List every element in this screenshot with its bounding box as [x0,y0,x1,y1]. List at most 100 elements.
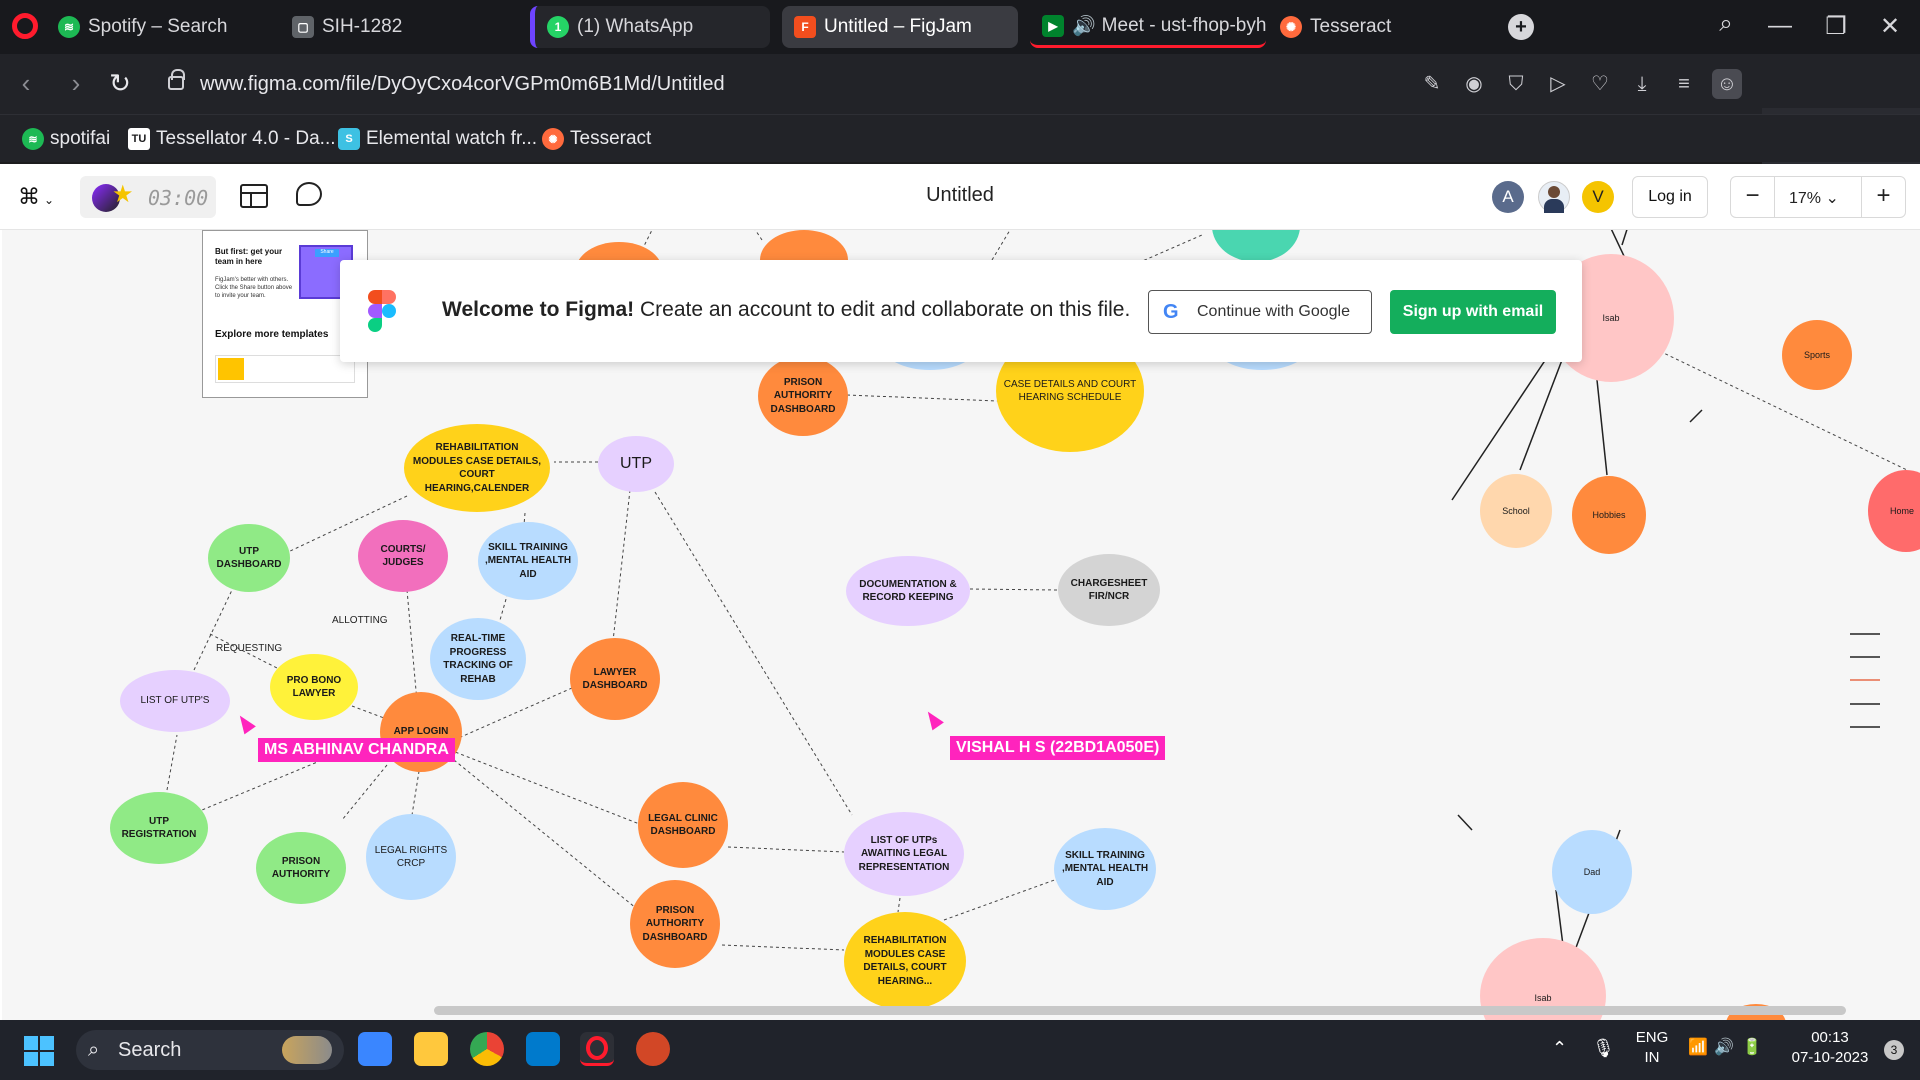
taskbar-search[interactable]: ⌕ Search [76,1030,344,1070]
shopify-icon: S [338,128,360,150]
figjam-canvas[interactable]: PRISON AUTHORITY DASHBOARD CASE DETAILS … [0,230,1920,1020]
explore-templates-link[interactable]: Explore more templates [215,329,328,340]
template-thumbnail[interactable] [215,355,355,383]
node-realtime-progress[interactable]: REAL-TIME PROGRESS TRACKING OF REHAB [430,618,526,700]
node-list-awaiting-representation[interactable]: LIST OF UTPs AWAITING LEGAL REPRESENTATI… [844,812,964,896]
node-hobbies[interactable]: Hobbies [1572,476,1646,554]
chevron-up-icon[interactable]: ⌃ [1552,1038,1567,1058]
horizontal-scrollbar[interactable] [434,1006,1846,1015]
opera-logo-icon[interactable] [12,13,38,39]
tab-figjam[interactable]: F Untitled – FigJam [782,6,1018,48]
download-icon[interactable]: ⤓ [1630,72,1654,96]
layout-panel-icon[interactable] [240,184,268,208]
notification-badge[interactable]: 3 [1884,1040,1904,1060]
close-window-button[interactable]: ✕ [1872,12,1908,42]
clock[interactable]: 00:13 07-10-2023 [1780,1028,1880,1068]
node-skill-training-bottom[interactable]: SKILL TRAINING ,MENTAL HEALTH AID [1054,828,1156,910]
wifi-icon[interactable]: 📶 [1688,1038,1708,1058]
node-school[interactable]: School [1480,474,1552,548]
minimize-button[interactable]: — [1762,12,1798,42]
bookmark-elemental[interactable]: S Elemental watch fr... [338,125,537,153]
tab-sih[interactable]: ▢ SIH-1282 [280,6,510,48]
node-prison-authority-dashboard-top[interactable]: PRISON AUTHORITY DASHBOARD [758,356,848,436]
tab-label: Untitled – FigJam [824,16,972,37]
node-prison-authority[interactable]: PRISON AUTHORITY [256,832,346,904]
microphone-icon[interactable]: 🎙 [1592,1038,1615,1058]
node-dad[interactable]: Dad [1552,830,1632,914]
node-legal-clinic-dashboard[interactable]: LEGAL CLINIC DASHBOARD [638,782,728,868]
file-explorer-icon[interactable] [414,1032,448,1066]
sign-up-email-button[interactable]: Sign up with email [1390,290,1556,334]
calculator-app-icon[interactable] [358,1032,392,1066]
opera-app-icon[interactable] [580,1032,614,1066]
template-card-title: But first: get your team in here [215,247,283,267]
figma-icon: F [794,16,816,38]
bookmark-tessellator[interactable]: TU Tessellator 4.0 - Da... [128,125,336,153]
tab-search-icon[interactable]: ⌕ [1708,10,1744,40]
snapshot-icon[interactable]: ◉ [1462,72,1486,96]
share-preview-label: Share [315,249,339,257]
timer-widget[interactable]: ★ 03:00 [80,176,216,218]
node-utp[interactable]: UTP [598,436,674,492]
vpn-shield-icon[interactable]: ⛉ [1504,72,1528,96]
forward-button[interactable]: › [60,68,92,100]
tab-whatsapp[interactable]: 1 (1) WhatsApp [530,6,770,48]
back-button[interactable]: ‹ [10,68,42,100]
node-utp-dashboard[interactable]: UTP DASHBOARD [208,524,290,592]
vscode-app-icon[interactable] [526,1032,560,1066]
tab-spotify[interactable]: ≋ Spotify – Search [46,6,276,48]
bookmark-spotifai[interactable]: ≋ spotifai [22,125,110,153]
node-pro-bono-lawyer[interactable]: PRO BONO LAWYER [270,654,358,720]
node-rehabilitation-top[interactable]: REHABILITATION MODULES CASE DETAILS, COU… [404,424,550,512]
zoom-out-button[interactable]: − [1731,177,1775,217]
language-indicator[interactable]: ENG IN [1632,1028,1672,1068]
whatsapp-icon: 1 [547,16,569,38]
node-sports[interactable]: Sports [1782,320,1852,390]
login-button[interactable]: Log in [1632,176,1708,218]
windows-start-icon[interactable] [24,1036,54,1066]
share-page-icon[interactable]: ✎ [1420,72,1444,96]
node-documentation[interactable]: DOCUMENTATION & RECORD KEEPING [846,556,970,626]
edge-label-requesting: REQUESTING [216,643,283,654]
google-meet-icon: ▶ [1042,14,1064,37]
zoom-in-button[interactable]: + [1861,177,1905,217]
node-list-of-utps[interactable]: LIST OF UTP'S [120,670,230,732]
chrome-app-icon[interactable] [470,1032,504,1066]
reload-button[interactable]: ↻ [104,68,136,100]
template-card-body: FigJam's better with others. Click the S… [215,277,293,299]
sih-icon: ▢ [292,16,314,38]
avatar-a[interactable]: A [1492,181,1524,213]
bookmark-tesseract[interactable]: ✺ Tesseract [542,125,651,153]
node-chargesheet[interactable]: CHARGESHEET FIR/NCR [1058,554,1160,626]
volume-icon[interactable]: 🔊 [1714,1038,1734,1058]
node-courts-judges[interactable]: COURTS/ JUDGES [358,520,448,592]
url-field[interactable]: www.figma.com/file/DyOyCxo4corVGPm0m6B1M… [158,62,1738,106]
profile-icon[interactable]: ☺ [1712,69,1742,99]
node-legal-rights-crcp[interactable]: LEGAL RIGHTS CRCP [366,814,456,900]
file-title[interactable]: Untitled [860,184,1060,207]
comment-icon[interactable] [296,182,322,206]
node-skill-training-top[interactable]: SKILL TRAINING ,MENTAL HEALTH AID [478,522,578,600]
avatar-v[interactable]: V [1582,181,1614,213]
continue-with-google-button[interactable]: G Continue with Google [1148,290,1372,334]
restore-button[interactable]: ❐ [1818,12,1854,42]
zoom-level[interactable]: 17% ⌄ [1789,188,1839,208]
easy-setup-icon[interactable]: ≡ [1672,72,1696,96]
node-utp-registration[interactable]: UTP REGISTRATION [110,792,208,864]
tab-meet[interactable]: ▶ 🔊 Meet - ust-fhop-byh [1030,6,1266,48]
bookmarks-bar: ≋ spotifai TU Tessellator 4.0 - Da... S … [0,114,1920,162]
clock-time: 00:13 [1811,1029,1849,1046]
tab-tesseract[interactable]: ✺ Tesseract [1268,6,1488,48]
powerpoint-app-icon[interactable] [636,1032,670,1066]
node-rehabilitation-bottom[interactable]: REHABILITATION MODULES CASE DETAILS, COU… [844,912,966,1010]
new-tab-button[interactable]: + [1508,14,1534,40]
battery-icon[interactable]: 🔋 [1742,1038,1762,1058]
node-lawyer-dashboard[interactable]: LAWYER DASHBOARD [570,638,660,720]
avatar-photo[interactable] [1538,181,1570,213]
heart-icon[interactable]: ♡ [1588,72,1612,96]
welcome-banner: Welcome to Figma! Create an account to e… [340,260,1582,362]
star-icon: ★ [112,181,134,208]
node-prison-authority-dashboard[interactable]: PRISON AUTHORITY DASHBOARD [630,880,720,968]
figma-menu-icon[interactable]: ⌘ ⌄ [18,184,54,210]
send-icon[interactable]: ▷ [1546,72,1570,96]
